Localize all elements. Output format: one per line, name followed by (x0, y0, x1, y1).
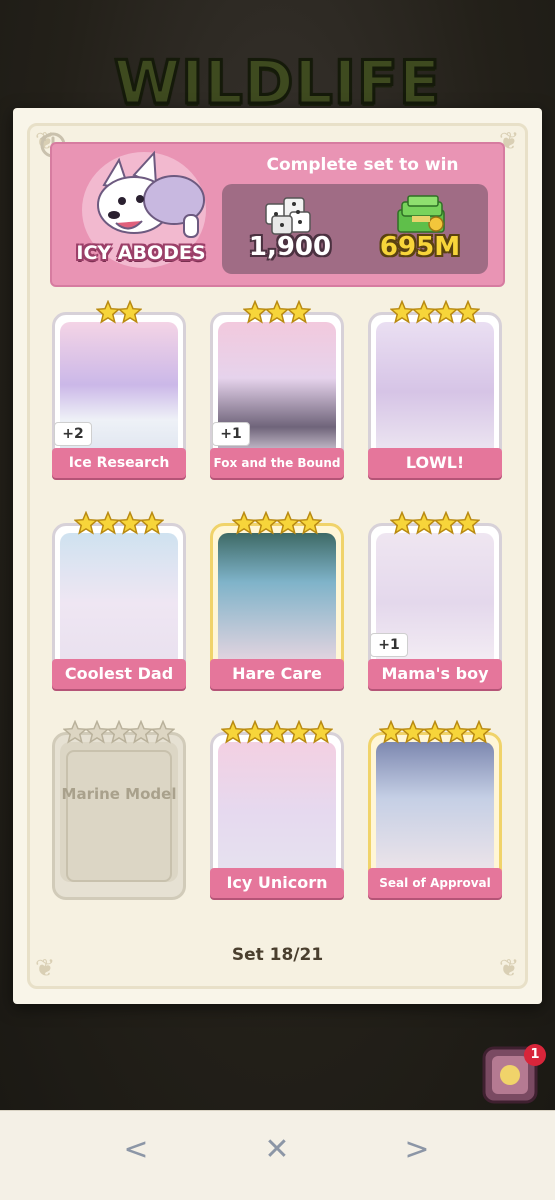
duplicate-count-badge: +1 (212, 422, 250, 446)
sticker-card[interactable]: Ice Research +2 (52, 299, 186, 480)
sticker-name: Fox and the Bound (210, 448, 344, 478)
duplicate-count-badge: +1 (370, 633, 408, 657)
sticker-card[interactable]: Fox and the Bound +1 (210, 299, 344, 480)
star-icon (253, 510, 279, 535)
star-icon (455, 299, 481, 324)
missing-sticker-placeholder (66, 750, 172, 882)
sticker-name: Coolest Dad (52, 659, 186, 689)
sticker-card[interactable]: Icy Unicorn (210, 719, 344, 900)
sticker-name: Ice Research (52, 448, 186, 478)
star-icon (231, 510, 257, 535)
star-icon (411, 299, 437, 324)
star-icon (286, 299, 312, 324)
star-icon (308, 719, 334, 744)
close-button[interactable]: ✕ (257, 1130, 297, 1170)
star-icon (389, 299, 415, 324)
star-icon (62, 719, 88, 744)
sticker-art (218, 742, 336, 882)
sticker-name: Mama's boy (368, 659, 502, 689)
sticker-name: Marine Model (61, 785, 177, 803)
star-icon (455, 510, 481, 535)
reward-cash-value: 695M (379, 232, 461, 262)
sticker-card[interactable]: Marine Model (52, 719, 186, 900)
sticker-art (376, 322, 494, 462)
sticker-name: Hare Care (210, 659, 344, 689)
star-icon (286, 719, 312, 744)
star-icon (264, 299, 290, 324)
star-icon (150, 719, 176, 744)
sticker-name: LOWL! (368, 448, 502, 478)
star-icon (242, 299, 268, 324)
sticker-art (218, 533, 336, 673)
star-icon (433, 510, 459, 535)
star-icon (220, 719, 246, 744)
sticker-stars (368, 510, 502, 537)
star-icon (400, 719, 426, 744)
star-icon (95, 510, 121, 535)
set-progress: Set 18/21 (231, 945, 324, 965)
star-icon (106, 719, 132, 744)
star-icon (139, 510, 165, 535)
sticker-stars (52, 510, 186, 537)
sticker-stars (368, 299, 502, 326)
sticker-stars (368, 719, 502, 746)
sticker-stars (210, 510, 344, 537)
star-icon (466, 719, 492, 744)
next-set-button[interactable]: > (397, 1130, 437, 1170)
sticker-art (376, 742, 494, 882)
sticker-stars (210, 299, 344, 326)
sticker-stars (52, 719, 186, 746)
dice-icon (262, 190, 314, 236)
star-icon (73, 510, 99, 535)
sticker-card[interactable]: Hare Care (210, 510, 344, 691)
sticker-stars (210, 719, 344, 746)
star-icon (422, 719, 448, 744)
star-icon (84, 719, 110, 744)
star-icon (411, 510, 437, 535)
sticker-card[interactable]: Mama's boy +1 (368, 510, 502, 691)
star-icon (297, 510, 323, 535)
sticker-name: Seal of Approval (368, 868, 502, 898)
star-icon (389, 510, 415, 535)
star-icon (275, 510, 301, 535)
duplicate-count-badge: +2 (54, 422, 92, 446)
star-icon (117, 510, 143, 535)
sticker-card[interactable]: LOWL! (368, 299, 502, 480)
notification-badge: 1 (524, 1044, 546, 1066)
sticker-card[interactable]: Coolest Dad (52, 510, 186, 691)
star-icon (128, 719, 154, 744)
sticker-name: Icy Unicorn (210, 868, 344, 898)
sticker-card[interactable]: Seal of Approval (368, 719, 502, 900)
set-name: ICY ABODES (76, 242, 206, 264)
sticker-stars (52, 299, 186, 326)
prev-set-button[interactable]: < (116, 1130, 156, 1170)
star-icon (117, 299, 143, 324)
cash-icon (392, 192, 450, 236)
star-icon (378, 719, 404, 744)
star-icon (95, 299, 121, 324)
sticker-art (60, 533, 178, 673)
star-icon (444, 719, 470, 744)
star-icon (264, 719, 290, 744)
reward-title: Complete set to win (266, 155, 459, 175)
star-icon (433, 299, 459, 324)
star-icon (242, 719, 268, 744)
reward-dice-value: 1,900 (248, 232, 332, 262)
